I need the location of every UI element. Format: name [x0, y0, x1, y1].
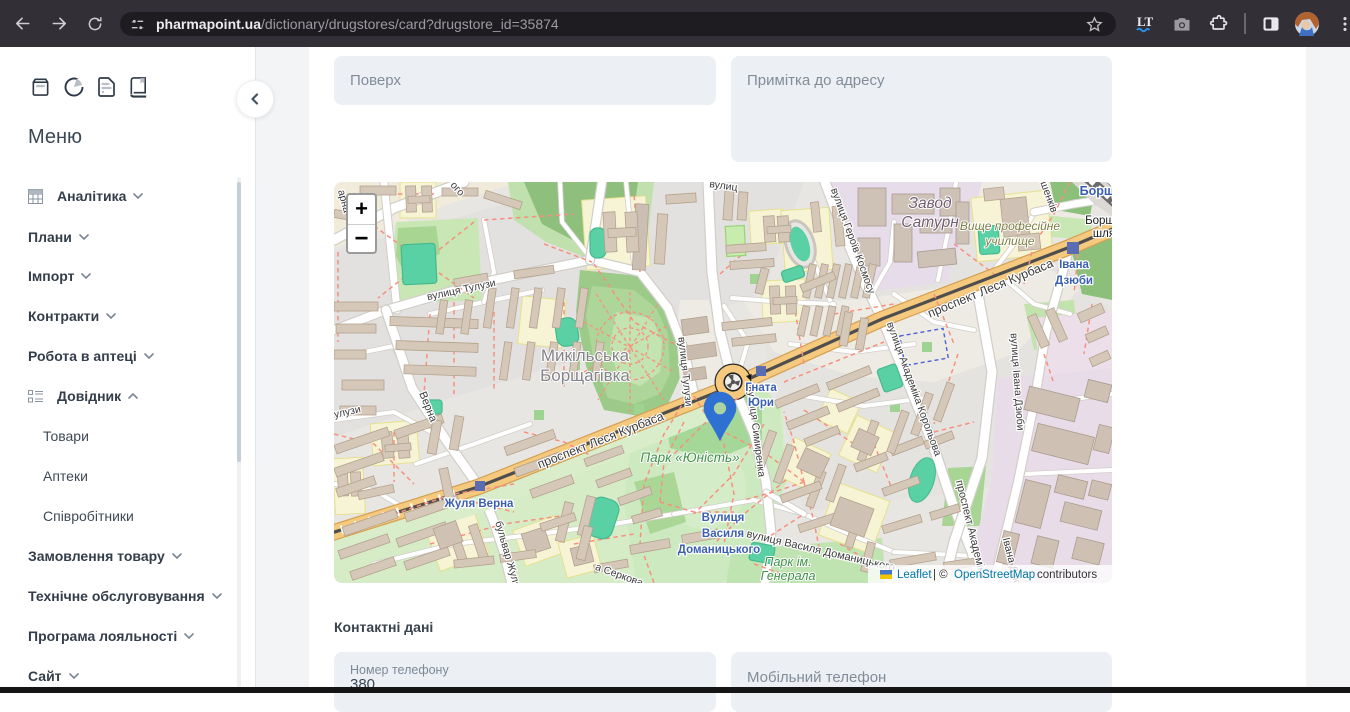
svg-text:Вище професійне: Вище професійне — [960, 219, 1060, 233]
svg-text:Leaflet: Leaflet — [897, 569, 932, 581]
svg-text:Гната: Гната — [745, 382, 777, 394]
svg-text:шля: шля — [1093, 228, 1112, 240]
svg-text:Генерала: Генерала — [761, 569, 816, 583]
svg-text:Борщ: Борщ — [1080, 184, 1112, 198]
svg-text:Василя: Василя — [702, 528, 744, 540]
svg-text:Жуля Верна: Жуля Верна — [444, 498, 515, 510]
svg-text:Сатурн: Сатурн — [901, 214, 959, 231]
svg-text:Доманицького: Доманицького — [678, 544, 760, 556]
svg-text:Борщ: Борщ — [1085, 215, 1112, 227]
svg-text:contributors: contributors — [1037, 569, 1097, 581]
svg-text:LT: LT — [1137, 14, 1153, 29]
svg-text:Юри: Юри — [748, 397, 774, 409]
svg-text:Завод: Завод — [908, 195, 952, 212]
svg-text:Вулиця: Вулиця — [702, 512, 745, 524]
svg-text:Івана: Івана — [1059, 259, 1089, 271]
svg-text:Микільська: Микільська — [541, 346, 630, 365]
svg-text:Парк «Юність»: Парк «Юність» — [640, 450, 739, 465]
svg-text:| ©: | © — [933, 569, 948, 581]
svg-text:OpenStreetMap: OpenStreetMap — [954, 569, 1035, 581]
svg-text:Дзюби: Дзюби — [1055, 275, 1093, 287]
svg-text:училище: училище — [984, 234, 1035, 248]
svg-text:Парк ім.: Парк ім. — [764, 555, 811, 569]
svg-text:Борщагівка: Борщагівка — [540, 366, 630, 385]
